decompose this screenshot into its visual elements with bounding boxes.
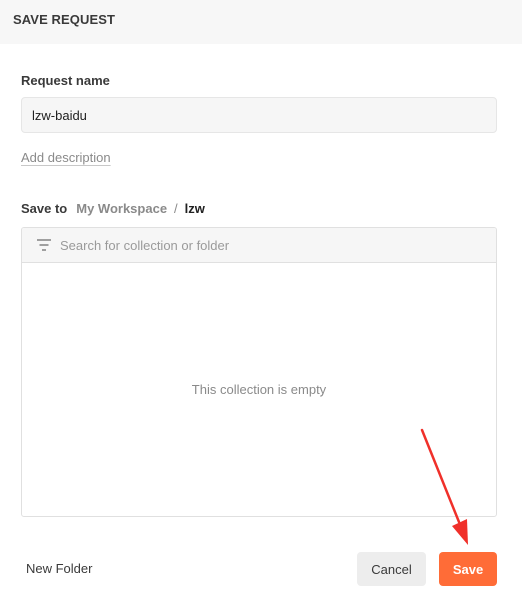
filter-icon-graphic	[37, 239, 51, 251]
new-folder-button[interactable]: New Folder	[26, 561, 92, 576]
cancel-button[interactable]: Cancel	[357, 552, 426, 586]
collection-search-input[interactable]	[60, 228, 480, 262]
save-button[interactable]: Save	[439, 552, 497, 586]
save-to-label: Save to	[21, 200, 68, 216]
breadcrumb-workspace[interactable]: My Workspace	[76, 201, 167, 216]
breadcrumb-separator: /	[174, 200, 178, 216]
save-to-row: Save to My Workspace / lzw	[21, 199, 205, 217]
add-description-link[interactable]: Add description	[21, 150, 111, 165]
dialog-header: SAVE REQUEST	[0, 0, 522, 44]
empty-collection-message: This collection is empty	[191, 382, 327, 397]
filter-icon[interactable]	[36, 238, 52, 252]
request-name-label: Request name	[21, 73, 110, 88]
annotation-arrow-head	[452, 519, 468, 545]
collection-search-bar	[22, 228, 496, 263]
collection-browser: This collection is empty	[21, 227, 497, 517]
save-request-dialog: SAVE REQUEST Request name Add descriptio…	[0, 0, 522, 590]
dialog-title: SAVE REQUEST	[13, 12, 116, 27]
request-name-input[interactable]	[21, 97, 497, 133]
breadcrumb-current: lzw	[184, 200, 205, 216]
